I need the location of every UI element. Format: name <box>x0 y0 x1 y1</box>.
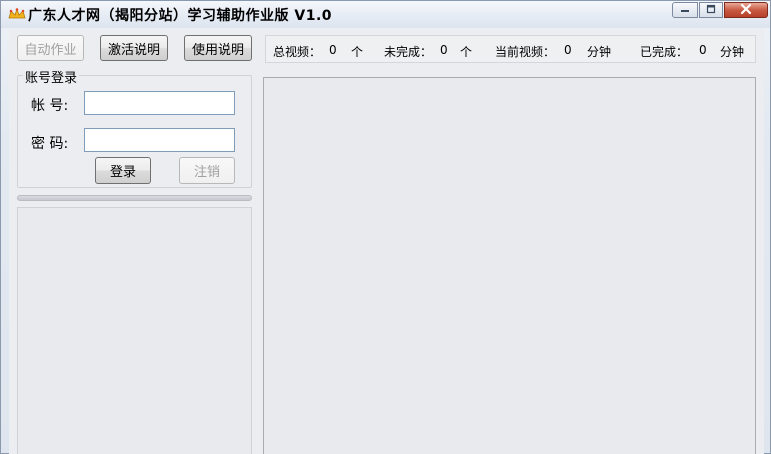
current-video-label: 当前视频： <box>495 45 556 59</box>
minimize-button[interactable] <box>672 2 698 18</box>
completed-value: 0 <box>699 43 707 57</box>
auto-work-button[interactable]: 自动作业 <box>17 35 84 61</box>
close-button[interactable] <box>724 2 768 18</box>
app-window: 广东人才网（揭阳分站）学习辅助作业版 V1.0 自动作业 激活说明 使用说明 总… <box>0 0 771 454</box>
account-label: 帐 号: <box>31 98 69 114</box>
logout-button[interactable]: 注销 <box>179 157 235 184</box>
close-icon <box>739 3 753 18</box>
current-video-unit: 分钟 <box>587 45 612 59</box>
main-display-panel <box>263 77 756 454</box>
total-videos-stat: 总视频： <box>273 43 321 60</box>
window-title: 广东人才网（揭阳分站）学习辅助作业版 V1.0 <box>28 8 333 24</box>
title-bar[interactable]: 广东人才网（揭阳分站）学习辅助作业版 V1.0 <box>1 1 770 28</box>
crown-icon <box>8 7 26 20</box>
account-input[interactable] <box>84 91 235 115</box>
current-video-value: 0 <box>564 43 572 57</box>
total-videos-label: 总视频： <box>273 45 322 59</box>
maximize-button[interactable] <box>699 2 723 18</box>
incomplete-unit: 个 <box>460 45 473 59</box>
password-input[interactable] <box>84 128 235 152</box>
total-videos-unit: 个 <box>351 45 364 59</box>
incomplete-value: 0 <box>440 43 448 57</box>
activate-help-button[interactable]: 激活说明 <box>100 35 168 61</box>
completed-unit: 分钟 <box>720 45 745 59</box>
stats-bar: 总视频： 0 个 未完成： 0 个 当前视频： 0 分钟 已完成： 0 分钟 <box>265 35 756 63</box>
maximize-icon <box>705 3 717 17</box>
caption-buttons <box>672 2 769 20</box>
login-button[interactable]: 登录 <box>95 157 151 184</box>
completed-label: 已完成： <box>640 45 689 59</box>
password-label: 密 码: <box>31 136 69 152</box>
usage-help-button[interactable]: 使用说明 <box>184 35 252 61</box>
login-group-title: 账号登录 <box>23 67 80 86</box>
minimize-icon <box>679 3 691 17</box>
left-panel <box>17 207 252 454</box>
total-videos-value: 0 <box>329 43 337 57</box>
incomplete-label: 未完成： <box>384 45 433 59</box>
splitter-bar[interactable] <box>17 195 252 201</box>
